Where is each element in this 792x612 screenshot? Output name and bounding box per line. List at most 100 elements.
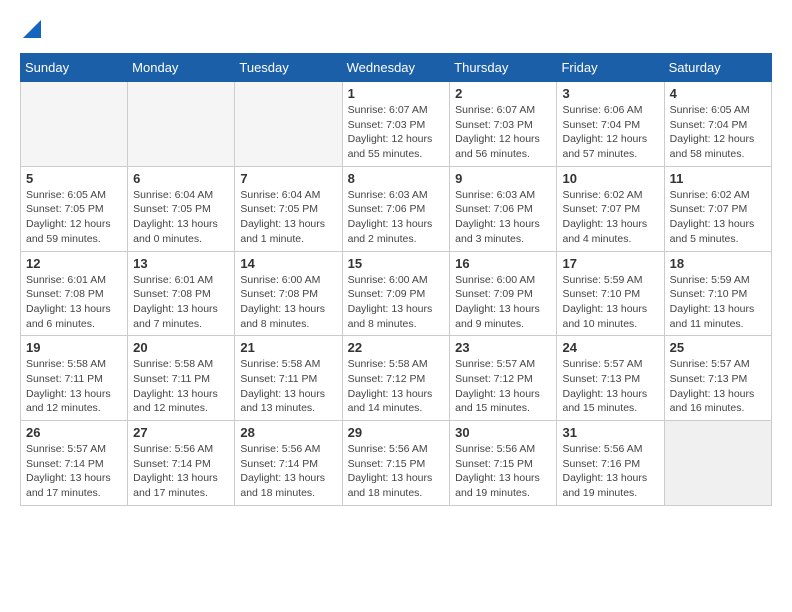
- page-header: [20, 20, 772, 43]
- day-number: 29: [348, 425, 445, 440]
- calendar-day: 18 Sunrise: 5:59 AM Sunset: 7:10 PM Dayli…: [664, 251, 771, 336]
- day-info: Sunrise: 5:56 AM Sunset: 7:15 PM Dayligh…: [455, 442, 551, 501]
- day-number: 3: [562, 86, 658, 101]
- calendar-day: 29Sunrise: 5:56 AM Sunset: 7:15 PM Dayli…: [342, 421, 450, 506]
- calendar-day: 15 Sunrise: 6:00 AM Sunset: 7:09 PM Dayli…: [342, 251, 450, 336]
- calendar-day: 4 Sunrise: 6:05 AM Sunset: 7:04 PM Daylig…: [664, 82, 771, 167]
- day-info: Sunrise: 6:05 AM Sunset: 7:04 PM Dayligh…: [670, 103, 766, 162]
- day-number: 16: [455, 256, 551, 271]
- day-info: Sunrise: 6:02 AM Sunset: 7:07 PM Dayligh…: [670, 188, 766, 247]
- day-info: Sunrise: 5:56 AM Sunset: 7:14 PM Dayligh…: [133, 442, 229, 501]
- calendar-header-row: SundayMondayTuesdayWednesdayThursdayFrid…: [21, 54, 772, 82]
- day-info: Sunrise: 6:03 AM Sunset: 7:06 PM Dayligh…: [348, 188, 445, 247]
- calendar-day: 9 Sunrise: 6:03 AM Sunset: 7:06 PM Daylig…: [450, 166, 557, 251]
- calendar-day: [235, 82, 342, 167]
- day-number: 12: [26, 256, 122, 271]
- day-info: Sunrise: 5:57 AM Sunset: 7:13 PM Dayligh…: [562, 357, 658, 416]
- day-info: Sunrise: 6:00 AM Sunset: 7:09 PM Dayligh…: [348, 273, 445, 332]
- calendar-day: 25 Sunrise: 5:57 AM Sunset: 7:13 PM Dayli…: [664, 336, 771, 421]
- calendar-table: SundayMondayTuesdayWednesdayThursdayFrid…: [20, 53, 772, 506]
- day-info: Sunrise: 6:05 AM Sunset: 7:05 PM Dayligh…: [26, 188, 122, 247]
- calendar-day: 7Sunrise: 6:04 AM Sunset: 7:05 PM Daylig…: [235, 166, 342, 251]
- day-info: Sunrise: 5:59 AM Sunset: 7:10 PM Dayligh…: [562, 273, 658, 332]
- calendar-header-friday: Friday: [557, 54, 664, 82]
- day-number: 13: [133, 256, 229, 271]
- day-info: Sunrise: 6:04 AM Sunset: 7:05 PM Dayligh…: [240, 188, 336, 247]
- calendar-day: 11 Sunrise: 6:02 AM Sunset: 7:07 PM Dayli…: [664, 166, 771, 251]
- calendar-header-wednesday: Wednesday: [342, 54, 450, 82]
- calendar-week-row: 19 Sunrise: 5:58 AM Sunset: 7:11 PM Dayli…: [21, 336, 772, 421]
- calendar-day: 6 Sunrise: 6:04 AM Sunset: 7:05 PM Daylig…: [128, 166, 235, 251]
- day-info: Sunrise: 5:59 AM Sunset: 7:10 PM Dayligh…: [670, 273, 766, 332]
- calendar-day: 12Sunrise: 6:01 AM Sunset: 7:08 PM Dayli…: [21, 251, 128, 336]
- day-number: 28: [240, 425, 336, 440]
- calendar-day: 30 Sunrise: 5:56 AM Sunset: 7:15 PM Dayli…: [450, 421, 557, 506]
- calendar-week-row: 5Sunrise: 6:05 AM Sunset: 7:05 PM Daylig…: [21, 166, 772, 251]
- day-number: 31: [562, 425, 658, 440]
- calendar-week-row: 12 Sunrise: 6:01 AM Sunset: 7:08 PM Dayli…: [21, 251, 772, 336]
- day-number: 20: [133, 340, 229, 355]
- day-number: 15: [348, 256, 445, 271]
- day-info: Sunrise: 6:03 AM Sunset: 7:06 PM Dayligh…: [455, 188, 551, 247]
- calendar-day: 14 Sunrise: 6:00 AM Sunset: 7:08 PM Dayli…: [235, 251, 342, 336]
- day-number: 30: [455, 425, 551, 440]
- calendar-header-saturday: Saturday: [664, 54, 771, 82]
- day-number: 25: [670, 340, 766, 355]
- day-info: Sunrise: 6:01 AM Sunset: 7:08 PM Dayligh…: [133, 273, 229, 332]
- calendar-day: 5Sunrise: 6:05 AM Sunset: 7:05 PM Daylig…: [21, 166, 128, 251]
- day-number: 21: [240, 340, 336, 355]
- calendar-header-thursday: Thursday: [450, 54, 557, 82]
- day-number: 18: [670, 256, 766, 271]
- calendar-day: 19 Sunrise: 5:58 AM Sunset: 7:11 PM Dayli…: [21, 336, 128, 421]
- day-info: Sunrise: 5:58 AM Sunset: 7:11 PM Dayligh…: [240, 357, 336, 416]
- day-info: Sunrise: 5:56 AM Sunset: 7:16 PM Dayligh…: [562, 442, 658, 501]
- day-number: 17: [562, 256, 658, 271]
- day-number: 1: [348, 86, 445, 101]
- calendar-day: 17 Sunrise: 5:59 AM Sunset: 7:10 PM Dayli…: [557, 251, 664, 336]
- calendar-day: 13 Sunrise: 6:01 AM Sunset: 7:08 PM Dayli…: [128, 251, 235, 336]
- calendar-day: 10Sunrise: 6:02 AM Sunset: 7:07 PM Dayli…: [557, 166, 664, 251]
- day-info: Sunrise: 6:07 AM Sunset: 7:03 PM Dayligh…: [455, 103, 551, 162]
- logo-triangle-icon: [23, 20, 41, 38]
- calendar-day: 23 Sunrise: 5:57 AM Sunset: 7:12 PM Dayli…: [450, 336, 557, 421]
- calendar-day: 8 Sunrise: 6:03 AM Sunset: 7:06 PM Daylig…: [342, 166, 450, 251]
- calendar-day: 27Sunrise: 5:56 AM Sunset: 7:14 PM Dayli…: [128, 421, 235, 506]
- calendar-day: 22 Sunrise: 5:58 AM Sunset: 7:12 PM Dayli…: [342, 336, 450, 421]
- day-info: Sunrise: 6:00 AM Sunset: 7:09 PM Dayligh…: [455, 273, 551, 332]
- day-number: 11: [670, 171, 766, 186]
- calendar-day: 16 Sunrise: 6:00 AM Sunset: 7:09 PM Dayli…: [450, 251, 557, 336]
- day-number: 2: [455, 86, 551, 101]
- day-number: 8: [348, 171, 445, 186]
- calendar-day: 31 Sunrise: 5:56 AM Sunset: 7:16 PM Dayli…: [557, 421, 664, 506]
- day-info: Sunrise: 6:00 AM Sunset: 7:08 PM Dayligh…: [240, 273, 336, 332]
- day-number: 26: [26, 425, 122, 440]
- calendar-day: [21, 82, 128, 167]
- day-info: Sunrise: 5:58 AM Sunset: 7:12 PM Dayligh…: [348, 357, 445, 416]
- calendar-day: 26 Sunrise: 5:57 AM Sunset: 7:14 PM Dayli…: [21, 421, 128, 506]
- day-number: 10: [562, 171, 658, 186]
- calendar-header-sunday: Sunday: [21, 54, 128, 82]
- calendar-day: 3 Sunrise: 6:06 AM Sunset: 7:04 PM Daylig…: [557, 82, 664, 167]
- day-info: Sunrise: 6:06 AM Sunset: 7:04 PM Dayligh…: [562, 103, 658, 162]
- calendar-day: [128, 82, 235, 167]
- calendar-day: 21 Sunrise: 5:58 AM Sunset: 7:11 PM Dayli…: [235, 336, 342, 421]
- day-info: Sunrise: 5:56 AM Sunset: 7:14 PM Dayligh…: [240, 442, 336, 501]
- day-number: 9: [455, 171, 551, 186]
- day-info: Sunrise: 5:57 AM Sunset: 7:14 PM Dayligh…: [26, 442, 122, 501]
- day-info: Sunrise: 5:57 AM Sunset: 7:13 PM Dayligh…: [670, 357, 766, 416]
- day-number: 19: [26, 340, 122, 355]
- day-info: Sunrise: 5:58 AM Sunset: 7:11 PM Dayligh…: [133, 357, 229, 416]
- day-number: 24: [562, 340, 658, 355]
- day-number: 22: [348, 340, 445, 355]
- day-info: Sunrise: 6:04 AM Sunset: 7:05 PM Dayligh…: [133, 188, 229, 247]
- day-info: Sunrise: 5:58 AM Sunset: 7:11 PM Dayligh…: [26, 357, 122, 416]
- day-number: 23: [455, 340, 551, 355]
- calendar-day: 1Sunrise: 6:07 AM Sunset: 7:03 PM Daylig…: [342, 82, 450, 167]
- day-number: 6: [133, 171, 229, 186]
- day-number: 14: [240, 256, 336, 271]
- calendar-day: 24 Sunrise: 5:57 AM Sunset: 7:13 PM Dayli…: [557, 336, 664, 421]
- day-number: 4: [670, 86, 766, 101]
- day-info: Sunrise: 5:57 AM Sunset: 7:12 PM Dayligh…: [455, 357, 551, 416]
- calendar-day: 20 Sunrise: 5:58 AM Sunset: 7:11 PM Dayli…: [128, 336, 235, 421]
- logo: [20, 20, 41, 43]
